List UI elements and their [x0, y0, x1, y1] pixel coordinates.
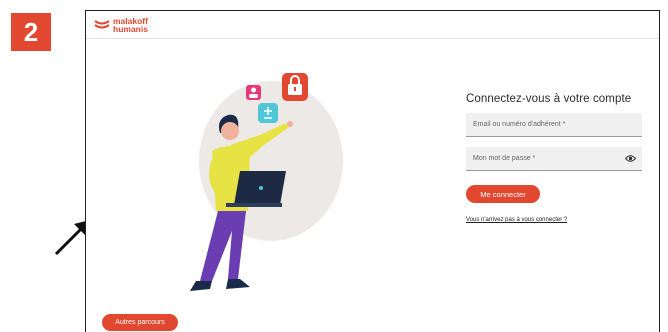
- site-header: malakoff humanis: [86, 11, 659, 39]
- login-title: Connectez-vous à votre compte: [466, 93, 632, 105]
- person-shoe-right: [226, 279, 250, 289]
- person-shoe-left: [190, 281, 212, 291]
- login-form: Connectez-vous à votre compte Email ou n…: [466, 93, 644, 223]
- other-paths-button[interactable]: Autres parcours: [102, 314, 178, 331]
- person-head: [221, 122, 239, 140]
- step-number-badge: 2: [11, 13, 51, 51]
- password-field[interactable]: Mon mot de passe *: [466, 147, 642, 171]
- email-placeholder: Email ou numéro d'adhérent *: [473, 121, 566, 128]
- brand-logo-mark-icon: [94, 19, 110, 28]
- login-button[interactable]: Me connecter: [466, 185, 540, 203]
- browser-screenshot-frame: malakoff humanis Connectez-vous à votre …: [85, 10, 660, 332]
- password-placeholder: Mon mot de passe *: [473, 155, 536, 162]
- eye-icon[interactable]: [625, 154, 636, 163]
- person-legs: [200, 211, 246, 281]
- email-field[interactable]: Email ou numéro d'adhérent *: [466, 113, 642, 137]
- login-help-link[interactable]: Vous n'arrivez pas à vous connecter ?: [466, 217, 644, 223]
- brand-name-line2: humanis: [113, 23, 148, 34]
- login-illustration: [190, 73, 343, 291]
- brand-logo[interactable]: malakoff humanis: [94, 16, 148, 34]
